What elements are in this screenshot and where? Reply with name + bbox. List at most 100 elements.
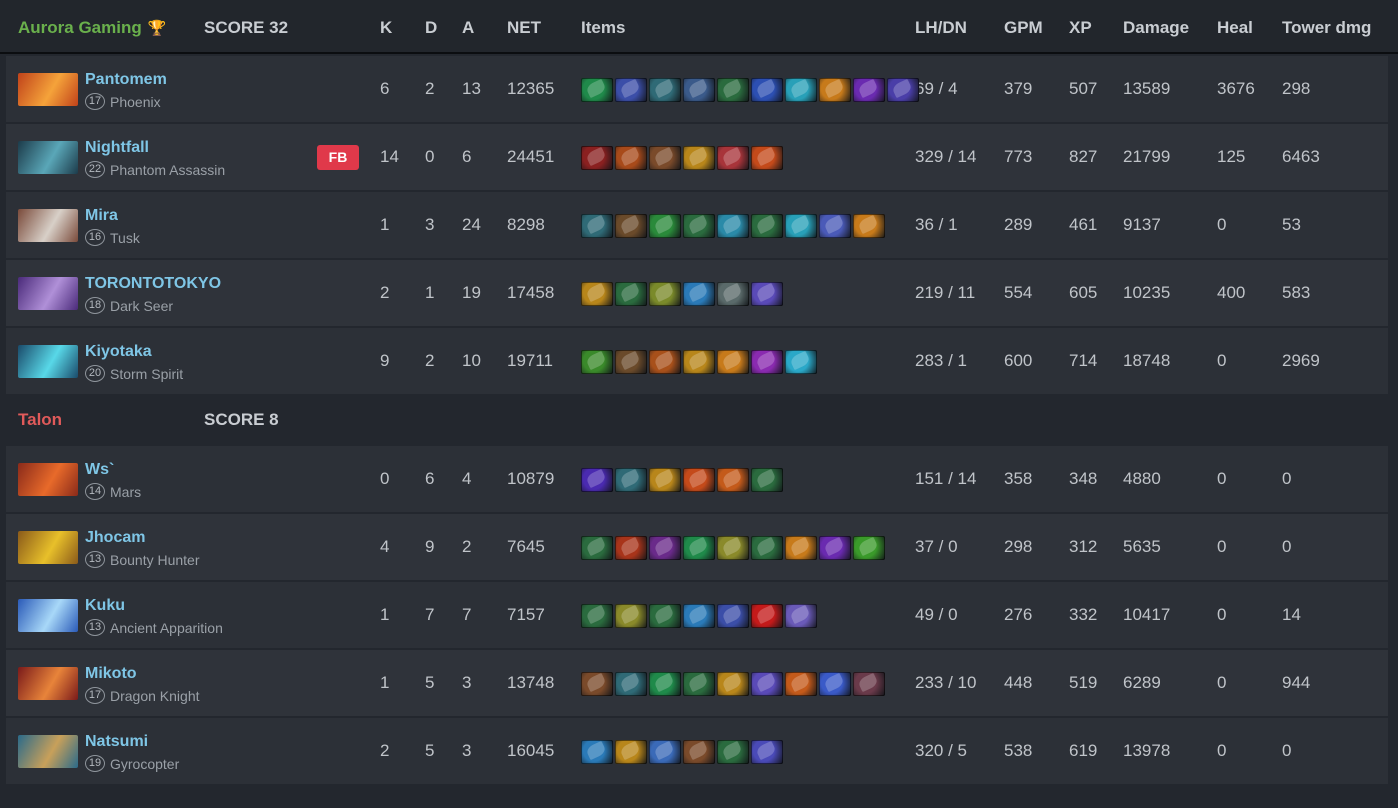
- item-icon[interactable]: [581, 146, 613, 170]
- item-icon[interactable]: [581, 214, 613, 238]
- hero-name[interactable]: Gyrocopter: [110, 756, 179, 772]
- hero-name[interactable]: Phoenix: [110, 94, 161, 110]
- item-icon[interactable]: [785, 672, 817, 696]
- item-icon[interactable]: [717, 350, 749, 374]
- col-tower-damage[interactable]: Tower dmg: [1282, 18, 1371, 38]
- item-icon[interactable]: [615, 740, 647, 764]
- hero-avatar[interactable]: [18, 735, 78, 768]
- col-heal[interactable]: Heal: [1217, 18, 1253, 38]
- item-icon[interactable]: [853, 78, 885, 102]
- item-icon[interactable]: [751, 468, 783, 492]
- col-networth[interactable]: NET: [507, 18, 541, 38]
- item-icon[interactable]: [717, 282, 749, 306]
- hero-name[interactable]: Dragon Knight: [110, 688, 200, 704]
- hero-avatar[interactable]: [18, 141, 78, 174]
- item-icon[interactable]: [683, 536, 715, 560]
- item-icon[interactable]: [615, 672, 647, 696]
- item-icon[interactable]: [751, 146, 783, 170]
- item-icon[interactable]: [615, 350, 647, 374]
- item-icon[interactable]: [683, 214, 715, 238]
- item-icon[interactable]: [581, 282, 613, 306]
- item-icon[interactable]: [683, 468, 715, 492]
- player-row[interactable]: Kiyotaka 20 Storm Spirit 9 2 10 19711 283 / 1 60…: [6, 328, 1388, 394]
- item-icon[interactable]: [683, 146, 715, 170]
- item-icon[interactable]: [581, 536, 613, 560]
- item-icon[interactable]: [615, 536, 647, 560]
- item-icon[interactable]: [751, 740, 783, 764]
- item-icon[interactable]: [751, 214, 783, 238]
- item-icon[interactable]: [717, 214, 749, 238]
- hero-name[interactable]: Dark Seer: [110, 298, 173, 314]
- hero-avatar[interactable]: [18, 277, 78, 310]
- item-icon[interactable]: [581, 672, 613, 696]
- player-row[interactable]: TORONTOTOKYO 18 Dark Seer 2 1 19 17458 219 / 11…: [6, 260, 1388, 326]
- item-icon[interactable]: [717, 604, 749, 628]
- player-row[interactable]: Natsumi 19 Gyrocopter 2 5 3 16045 320 / 5 538 619…: [6, 718, 1388, 784]
- player-name[interactable]: Jhocam: [85, 529, 145, 547]
- hero-avatar[interactable]: [18, 667, 78, 700]
- item-icon[interactable]: [751, 78, 783, 102]
- hero-name[interactable]: Mars: [110, 484, 141, 500]
- item-icon[interactable]: [683, 350, 715, 374]
- item-icon[interactable]: [649, 350, 681, 374]
- hero-avatar[interactable]: [18, 73, 78, 106]
- item-icon[interactable]: [581, 78, 613, 102]
- item-icon[interactable]: [751, 672, 783, 696]
- item-icon[interactable]: [785, 604, 817, 628]
- item-icon[interactable]: [785, 350, 817, 374]
- col-gpm[interactable]: GPM: [1004, 18, 1043, 38]
- hero-name[interactable]: Storm Spirit: [110, 366, 183, 382]
- item-icon[interactable]: [683, 604, 715, 628]
- item-icon[interactable]: [649, 604, 681, 628]
- col-kills[interactable]: K: [380, 18, 392, 38]
- item-icon[interactable]: [615, 78, 647, 102]
- hero-name[interactable]: Tusk: [110, 230, 140, 246]
- item-icon[interactable]: [581, 468, 613, 492]
- item-icon[interactable]: [717, 536, 749, 560]
- item-icon[interactable]: [853, 536, 885, 560]
- player-name[interactable]: Pantomem: [85, 71, 167, 89]
- item-icon[interactable]: [615, 146, 647, 170]
- team2-name[interactable]: Talon: [18, 410, 62, 430]
- hero-avatar[interactable]: [18, 531, 78, 564]
- player-name[interactable]: Mira: [85, 207, 118, 225]
- player-row[interactable]: Kuku 13 Ancient Apparition 1 7 7 7157 49 / 0 276…: [6, 582, 1388, 648]
- col-deaths[interactable]: D: [425, 18, 437, 38]
- hero-avatar[interactable]: [18, 345, 78, 378]
- item-icon[interactable]: [853, 214, 885, 238]
- item-icon[interactable]: [615, 604, 647, 628]
- hero-avatar[interactable]: [18, 599, 78, 632]
- item-icon[interactable]: [615, 282, 647, 306]
- item-icon[interactable]: [785, 214, 817, 238]
- hero-name[interactable]: Phantom Assassin: [110, 162, 225, 178]
- player-name[interactable]: Ws`: [85, 461, 114, 479]
- item-icon[interactable]: [615, 214, 647, 238]
- col-damage[interactable]: Damage: [1123, 18, 1189, 38]
- item-icon[interactable]: [649, 282, 681, 306]
- item-icon[interactable]: [819, 78, 851, 102]
- player-name[interactable]: Kuku: [85, 597, 125, 615]
- item-icon[interactable]: [683, 282, 715, 306]
- item-icon[interactable]: [683, 740, 715, 764]
- player-row[interactable]: Mikoto 17 Dragon Knight 1 5 3 13748 233 / 10 448…: [6, 650, 1388, 716]
- hero-name[interactable]: Bounty Hunter: [110, 552, 200, 568]
- item-icon[interactable]: [819, 672, 851, 696]
- item-icon[interactable]: [717, 672, 749, 696]
- player-name[interactable]: TORONTOTOKYO: [85, 275, 221, 293]
- item-icon[interactable]: [649, 468, 681, 492]
- item-icon[interactable]: [751, 604, 783, 628]
- item-icon[interactable]: [649, 78, 681, 102]
- item-icon[interactable]: [649, 672, 681, 696]
- hero-avatar[interactable]: [18, 209, 78, 242]
- item-icon[interactable]: [683, 672, 715, 696]
- item-icon[interactable]: [751, 536, 783, 560]
- col-lhdn[interactable]: LH/DN: [915, 18, 967, 38]
- item-icon[interactable]: [615, 468, 647, 492]
- hero-name[interactable]: Ancient Apparition: [110, 620, 223, 636]
- hero-avatar[interactable]: [18, 463, 78, 496]
- item-icon[interactable]: [649, 740, 681, 764]
- item-icon[interactable]: [819, 536, 851, 560]
- item-icon[interactable]: [751, 282, 783, 306]
- item-icon[interactable]: [581, 604, 613, 628]
- player-row[interactable]: Nightfall 22 Phantom Assassin FB 14 0 6 24451 32…: [6, 124, 1388, 190]
